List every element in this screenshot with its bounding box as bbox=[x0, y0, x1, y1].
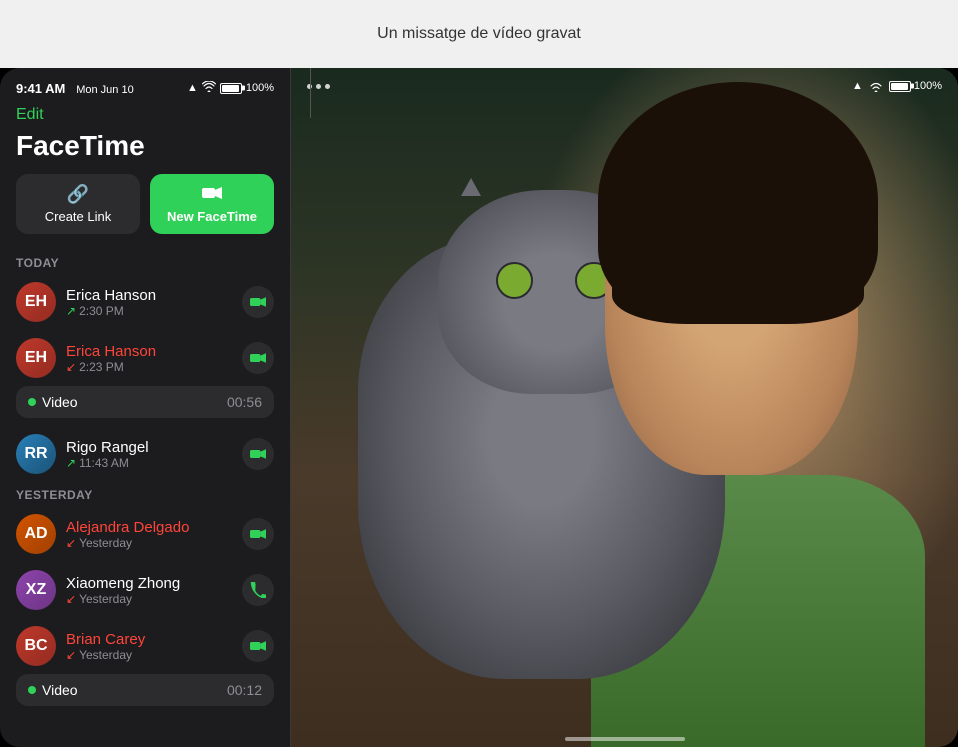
contact-list: TODAY EH Erica Hanson ↗ 2:30 PM bbox=[0, 250, 290, 747]
video-message-label-brian: Video bbox=[42, 682, 78, 698]
wifi-icon bbox=[202, 81, 216, 95]
contact-time-alejandra: ↙ Yesterday bbox=[66, 536, 242, 550]
contact-item-erica-1[interactable]: EH Erica Hanson ↗ 2:30 PM bbox=[0, 274, 290, 330]
status-right: ▲ 100% bbox=[187, 81, 274, 95]
edit-button[interactable]: Edit bbox=[0, 104, 290, 128]
contact-item-rigo[interactable]: RR Rigo Rangel ↗ 11:43 AM bbox=[0, 426, 290, 482]
contact-info-erica-2: Erica Hanson ↙ 2:23 PM bbox=[66, 343, 242, 374]
video-message-left-erica: Video bbox=[28, 394, 78, 410]
video-message-left-brian: Video bbox=[28, 682, 78, 698]
dot-2 bbox=[316, 84, 321, 89]
video-camera-icon bbox=[202, 184, 222, 205]
home-indicator bbox=[565, 737, 685, 741]
dot-3 bbox=[325, 84, 330, 89]
hair-shape bbox=[598, 82, 878, 320]
hair-bangs bbox=[612, 229, 864, 324]
create-link-label: Create Link bbox=[45, 209, 111, 224]
missed-arrow-icon-brian: ↙ bbox=[66, 648, 76, 662]
wifi-icon-right bbox=[869, 81, 883, 92]
status-time: 9:41 AM Mon Jun 10 bbox=[16, 81, 134, 96]
contact-name-rigo: Rigo Rangel bbox=[66, 439, 242, 456]
outgoing-arrow-icon-rigo: ↗ bbox=[66, 456, 76, 470]
signal-icon: ▲ bbox=[187, 82, 198, 94]
link-icon: 🔗 bbox=[67, 184, 89, 205]
battery-right: 100% bbox=[889, 80, 942, 92]
left-panel: 9:41 AM Mon Jun 10 ▲ 100% bbox=[0, 68, 290, 747]
video-call-button-brian[interactable] bbox=[242, 630, 274, 662]
phone-call-button-xiaomeng[interactable] bbox=[242, 574, 274, 606]
action-buttons: 🔗 Create Link New FaceTime bbox=[0, 174, 290, 250]
missed-arrow-icon-alejandra: ↙ bbox=[66, 536, 76, 550]
right-status-area: ▲ 100% bbox=[852, 80, 942, 92]
outgoing-arrow-icon: ↗ bbox=[66, 304, 76, 318]
signal-bars-right: ▲ bbox=[852, 80, 863, 92]
cat-eye-left bbox=[496, 262, 533, 299]
right-panel: ▲ 100% bbox=[291, 68, 958, 747]
contact-time-erica-2: ↙ 2:23 PM bbox=[66, 360, 242, 374]
annotation-text: Un missatge de vídeo gravat bbox=[377, 25, 581, 43]
video-message-label-erica: Video bbox=[42, 394, 78, 410]
contact-time-xiaomeng: ↙ Yesterday bbox=[66, 592, 242, 606]
contact-item-brian[interactable]: BC Brian Carey ↙ Yesterday bbox=[0, 618, 290, 674]
video-call-button-erica-2[interactable] bbox=[242, 342, 274, 374]
contact-time-rigo: ↗ 11:43 AM bbox=[66, 456, 242, 470]
avatar-rigo: RR bbox=[16, 434, 56, 474]
video-dot-erica bbox=[28, 398, 36, 406]
annotation-pointer-line bbox=[310, 68, 311, 118]
video-message-row-erica[interactable]: Video 00:56 bbox=[16, 386, 274, 418]
avatar-xiaomeng: XZ bbox=[16, 570, 56, 610]
contact-info-alejandra: Alejandra Delgado ↙ Yesterday bbox=[66, 519, 242, 550]
missed-arrow-icon: ↙ bbox=[66, 360, 76, 374]
contact-name-brian: Brian Carey bbox=[66, 631, 242, 648]
contact-item-xiaomeng[interactable]: XZ Xiaomeng Zhong ↙ Yesterday bbox=[0, 562, 290, 618]
video-call-button-rigo[interactable] bbox=[242, 438, 274, 470]
video-call-button-erica-1[interactable] bbox=[242, 286, 274, 318]
create-link-button[interactable]: 🔗 Create Link bbox=[16, 174, 140, 234]
contact-time-erica-1: ↗ 2:30 PM bbox=[66, 304, 242, 318]
battery-icon bbox=[220, 83, 242, 94]
battery-pct-right: 100% bbox=[914, 80, 942, 92]
cat-ear-left bbox=[461, 178, 481, 196]
contact-name-erica-2: Erica Hanson bbox=[66, 343, 242, 360]
photo-scene: ▲ 100% bbox=[291, 68, 958, 747]
contact-item-alejandra[interactable]: AD Alejandra Delgado ↙ Yesterday bbox=[0, 506, 290, 562]
video-message-duration-brian: 00:12 bbox=[227, 682, 262, 698]
contact-item-erica-2[interactable]: EH Erica Hanson ↙ 2:23 PM bbox=[0, 330, 290, 386]
contact-info-xiaomeng: Xiaomeng Zhong ↙ Yesterday bbox=[66, 575, 242, 606]
video-dot-brian bbox=[28, 686, 36, 694]
video-message-duration-erica: 00:56 bbox=[227, 394, 262, 410]
status-bar: 9:41 AM Mon Jun 10 ▲ 100% bbox=[0, 68, 290, 104]
annotation-bar: Un missatge de vídeo gravat bbox=[0, 0, 958, 68]
contact-info-rigo: Rigo Rangel ↗ 11:43 AM bbox=[66, 439, 242, 470]
ipad-frame: 9:41 AM Mon Jun 10 ▲ 100% bbox=[0, 68, 958, 747]
facetime-title: FaceTime bbox=[0, 128, 290, 174]
video-call-button-alejandra[interactable] bbox=[242, 518, 274, 550]
today-section-header: TODAY bbox=[0, 250, 290, 274]
new-facetime-label: New FaceTime bbox=[167, 209, 257, 224]
contact-time-brian: ↙ Yesterday bbox=[66, 648, 242, 662]
battery-pct: 100% bbox=[246, 82, 274, 94]
video-message-row-brian[interactable]: Video 00:12 bbox=[16, 674, 274, 706]
right-top-bar: ▲ 100% bbox=[291, 68, 958, 104]
missed-arrow-icon-xiaomeng: ↙ bbox=[66, 592, 76, 606]
contact-info-brian: Brian Carey ↙ Yesterday bbox=[66, 631, 242, 662]
avatar-erica-1: EH bbox=[16, 282, 56, 322]
yesterday-section-header: YESTERDAY bbox=[0, 482, 290, 506]
contact-info-erica-1: Erica Hanson ↗ 2:30 PM bbox=[66, 287, 242, 318]
contact-name-xiaomeng: Xiaomeng Zhong bbox=[66, 575, 242, 592]
contact-name-erica-1: Erica Hanson bbox=[66, 287, 242, 304]
contact-name-alejandra: Alejandra Delgado bbox=[66, 519, 242, 536]
avatar-brian: BC bbox=[16, 626, 56, 666]
avatar-alejandra: AD bbox=[16, 514, 56, 554]
avatar-erica-2: EH bbox=[16, 338, 56, 378]
new-facetime-button[interactable]: New FaceTime bbox=[150, 174, 274, 234]
